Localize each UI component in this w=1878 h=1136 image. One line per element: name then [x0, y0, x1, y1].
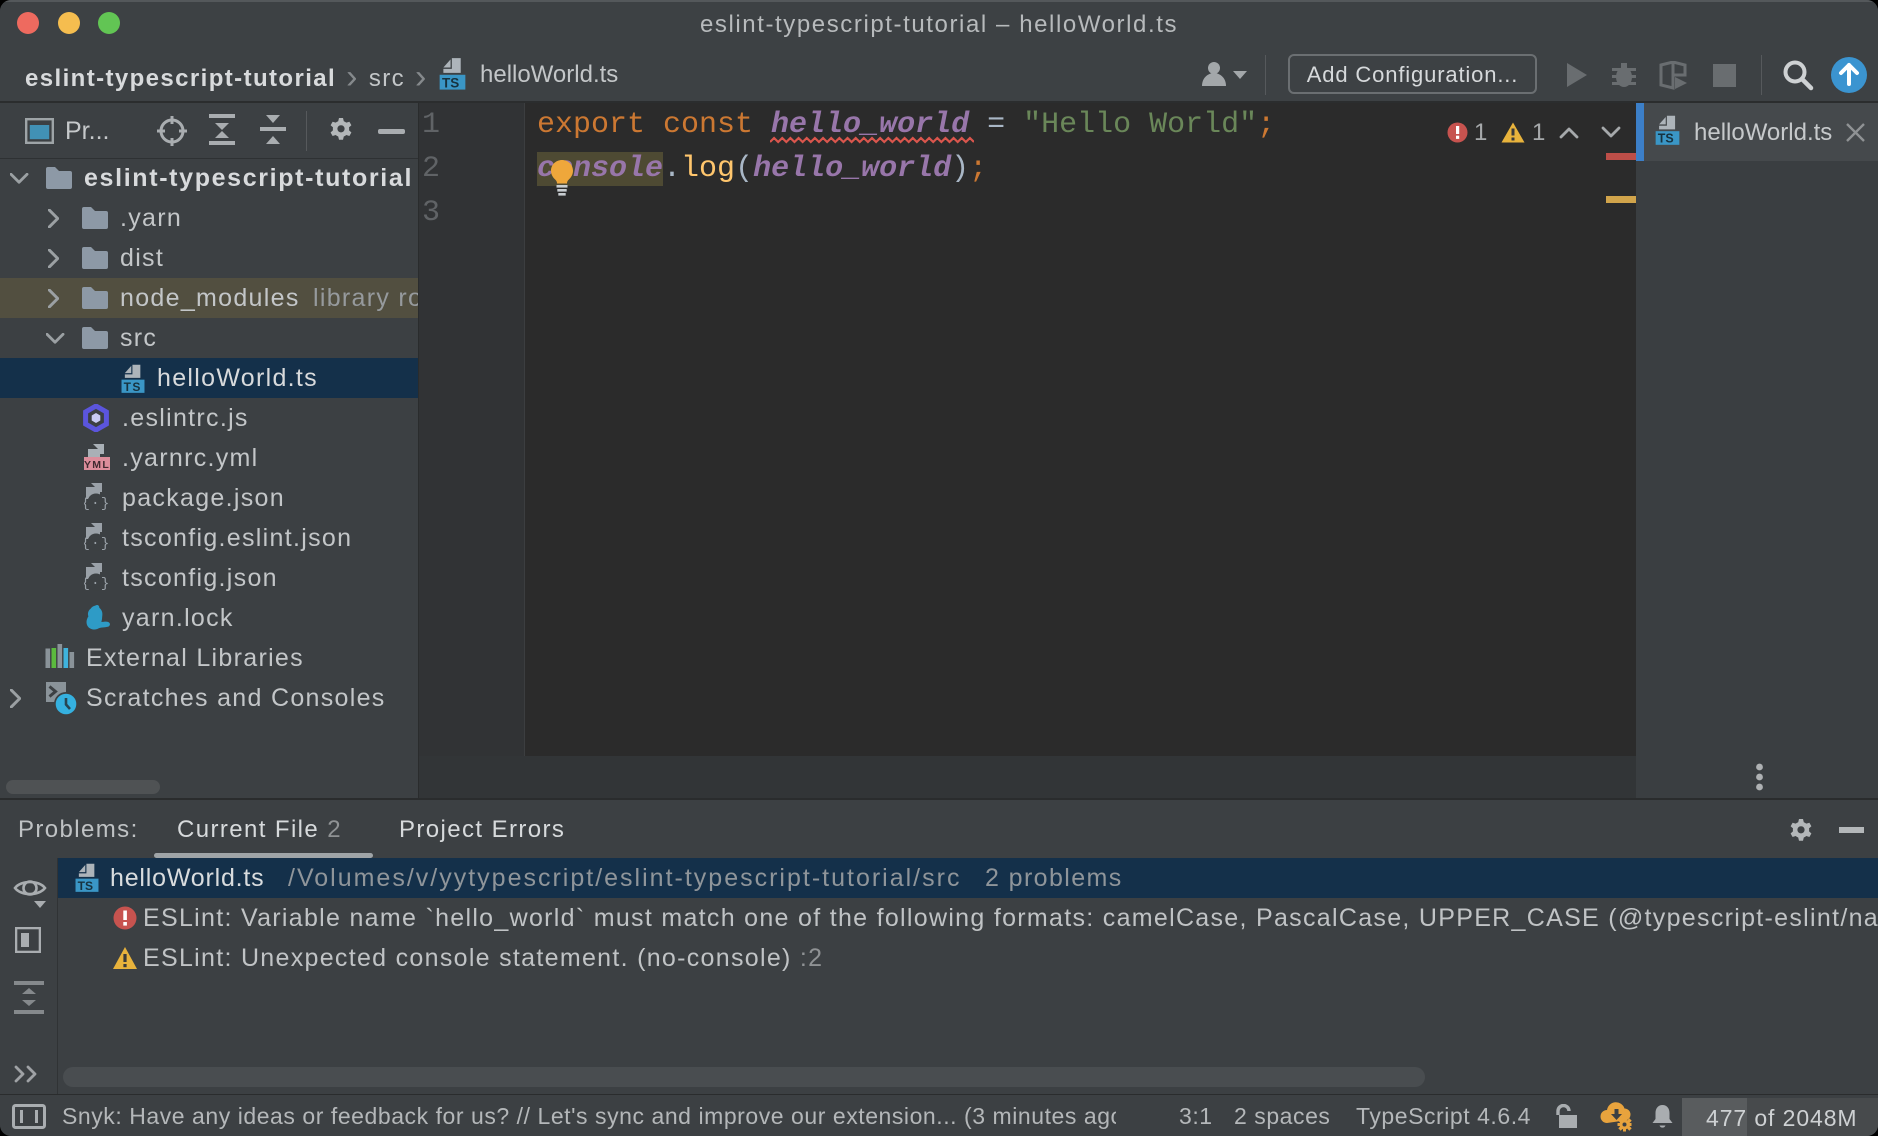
svg-text:YML: YML — [84, 459, 110, 471]
